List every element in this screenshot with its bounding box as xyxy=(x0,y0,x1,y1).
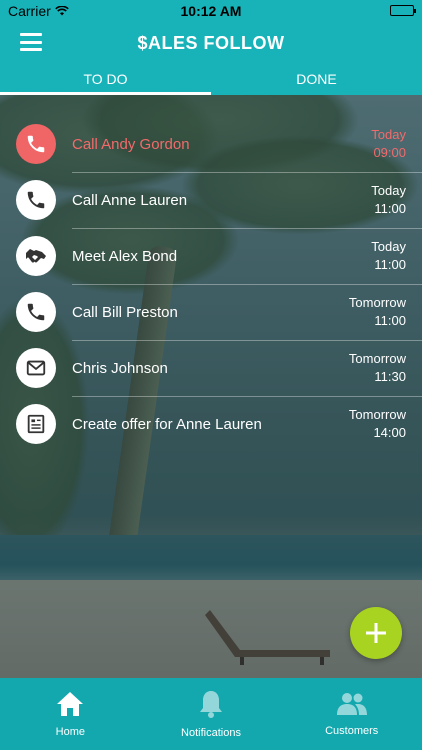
task-list: Call Andy Gordon Today 09:00 Call Anne L… xyxy=(0,116,422,452)
task-due: Today 11:00 xyxy=(371,238,422,274)
task-row[interactable]: Call Bill Preston Tomorrow 11:00 xyxy=(0,284,422,340)
task-row[interactable]: Chris Johnson Tomorrow 11:30 xyxy=(0,340,422,396)
task-row[interactable]: Create offer for Anne Lauren Tomorrow 14… xyxy=(0,396,422,452)
status-time: 10:12 AM xyxy=(180,2,242,19)
mail-icon xyxy=(26,360,46,376)
task-due: Tomorrow 11:00 xyxy=(349,294,422,330)
nav-home[interactable]: Home xyxy=(0,678,141,750)
nav-notifications[interactable]: Notifications xyxy=(141,678,282,750)
phone-icon xyxy=(27,135,45,153)
tab-bar: TO DO DONE xyxy=(0,65,422,95)
task-due-time: 11:00 xyxy=(374,201,406,216)
add-task-button[interactable] xyxy=(350,607,402,659)
plus-icon xyxy=(366,623,386,643)
handshake-icon xyxy=(26,249,46,263)
phone-icon xyxy=(27,303,45,321)
task-due-day: Today xyxy=(371,239,406,254)
task-title: Call Bill Preston xyxy=(72,303,178,321)
hamburger-menu-icon[interactable] xyxy=(20,33,42,51)
task-due-time: 14:00 xyxy=(373,425,406,440)
battery-icon xyxy=(390,5,416,16)
task-avatar xyxy=(16,180,56,220)
task-row[interactable]: Meet Alex Bond Today 11:00 xyxy=(0,228,422,284)
task-title: Call Anne Lauren xyxy=(72,191,188,209)
tab-to-do[interactable]: TO DO xyxy=(0,65,211,95)
task-row[interactable]: Call Anne Lauren Today 11:00 xyxy=(0,172,422,228)
task-due: Tomorrow 14:00 xyxy=(349,406,422,442)
task-due-day: Tomorrow xyxy=(348,351,406,366)
task-due: Today 09:00 xyxy=(371,126,422,162)
task-title: Chris Johnson xyxy=(72,359,168,377)
task-row[interactable]: Call Andy Gordon Today 09:00 xyxy=(0,116,422,172)
task-due-day: Today xyxy=(371,183,406,198)
task-due-day: Tomorrow xyxy=(348,407,406,422)
phone-icon xyxy=(27,191,45,209)
task-due-time: 11:00 xyxy=(374,313,406,328)
task-avatar xyxy=(16,124,56,164)
task-avatar xyxy=(16,348,56,388)
home-icon xyxy=(55,690,85,721)
task-due: Tomorrow 11:30 xyxy=(349,350,422,386)
task-avatar xyxy=(16,236,56,276)
nav-customers[interactable]: Customers xyxy=(281,678,422,750)
document-icon xyxy=(27,414,45,434)
task-due-time: 11:30 xyxy=(374,369,406,384)
nav-home-label: Home xyxy=(55,726,85,738)
task-due-day: Tomorrow xyxy=(348,295,406,310)
bottom-nav: Home Notifications Customers xyxy=(0,678,422,750)
people-icon xyxy=(336,691,368,720)
task-due-time: 11:00 xyxy=(374,257,406,272)
task-title: Call Andy Gordon xyxy=(72,135,190,153)
bell-icon xyxy=(197,689,225,722)
nav-notifications-label: Notifications xyxy=(181,727,241,739)
app-title: $ALES FOLLOW xyxy=(137,32,285,53)
nav-customers-label: Customers xyxy=(325,725,379,737)
app-header: $ALES FOLLOW xyxy=(0,21,422,65)
status-bar: Carrier 10:12 AM xyxy=(0,0,422,21)
task-title: Meet Alex Bond xyxy=(72,247,178,265)
task-avatar xyxy=(16,292,56,332)
task-avatar xyxy=(16,404,56,444)
tab-done[interactable]: DONE xyxy=(211,65,422,95)
task-due-time: 09:00 xyxy=(373,145,406,160)
task-due-day: Today xyxy=(371,127,406,142)
task-due: Today 11:00 xyxy=(371,182,422,218)
task-title: Create offer for Anne Lauren xyxy=(72,415,262,433)
